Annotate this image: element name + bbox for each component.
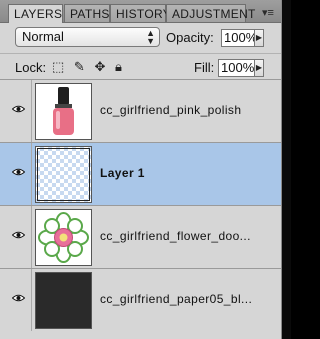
fill-label: Fill: [194,60,215,75]
layer-row[interactable]: cc_girlfriend_paper05_bl... [0,268,281,331]
lock-position-icon[interactable]: ✥ [94,59,107,74]
divider [0,53,281,54]
layer-list: cc_girlfriend_pink_polish Layer 1 cc_gir… [0,79,281,331]
tab-paths[interactable]: PATHS [64,4,110,22]
panel-menu-icon[interactable]: ▾≡ [262,6,274,19]
nail-polish-bottle-icon [53,87,74,135]
panel-tab-bar: LAYERS PATHS HISTORY ADJUSTMENT ▾≡ [0,0,281,23]
tab-adjustment[interactable]: ADJUSTMENT [166,4,255,22]
lock-paint-icon[interactable]: ✎ [74,59,87,74]
layer-name[interactable]: cc_girlfriend_pink_polish [100,103,241,117]
visibility-toggle[interactable] [0,206,32,268]
visibility-toggle[interactable] [0,269,32,331]
flower-doodle-icon [38,212,89,263]
visibility-toggle[interactable] [0,143,32,205]
tab-history[interactable]: HISTORY [110,4,171,22]
chevron-up-down-icon: ▲ ▼ [146,28,155,46]
eye-icon [12,105,25,113]
layer-name[interactable]: Layer 1 [100,166,145,180]
layer-thumbnail [35,83,92,140]
lock-transparent-icon[interactable]: ⬚ [52,59,66,74]
layer-thumbnail [35,209,92,266]
opacity-dropdown-icon[interactable]: ▶ [254,29,264,47]
blend-mode-select[interactable]: Normal ▲ ▼ [15,27,160,47]
layer-thumbnail [35,146,92,203]
opacity-input[interactable]: 100% [221,29,257,47]
layer-row[interactable]: cc_girlfriend_flower_doo... [0,205,281,268]
eye-icon [12,231,25,239]
blend-mode-value: Normal [22,29,64,44]
lock-all-icon[interactable]: 🔒︎ [115,59,124,74]
fill-dropdown-icon[interactable]: ▶ [254,59,264,77]
lock-icons: ⬚ ✎ ✥ 🔒︎ [52,59,126,75]
visibility-toggle[interactable] [0,80,32,142]
layer-name[interactable]: cc_girlfriend_flower_doo... [100,229,251,243]
eye-icon [12,294,25,302]
layer-thumbnail [35,272,92,329]
eye-icon [12,168,25,176]
opacity-label: Opacity: [166,30,214,45]
layer-name[interactable]: cc_girlfriend_paper05_bl... [100,292,252,306]
lock-label: Lock: [15,60,47,75]
layer-row[interactable]: cc_girlfriend_pink_polish [0,79,281,142]
fill-input[interactable]: 100% [218,59,255,77]
layer-row-selected[interactable]: Layer 1 [0,142,281,205]
window-edge [282,0,291,339]
tab-layers[interactable]: LAYERS [8,4,63,23]
layers-panel: LAYERS PATHS HISTORY ADJUSTMENT ▾≡ Norma… [0,0,282,339]
